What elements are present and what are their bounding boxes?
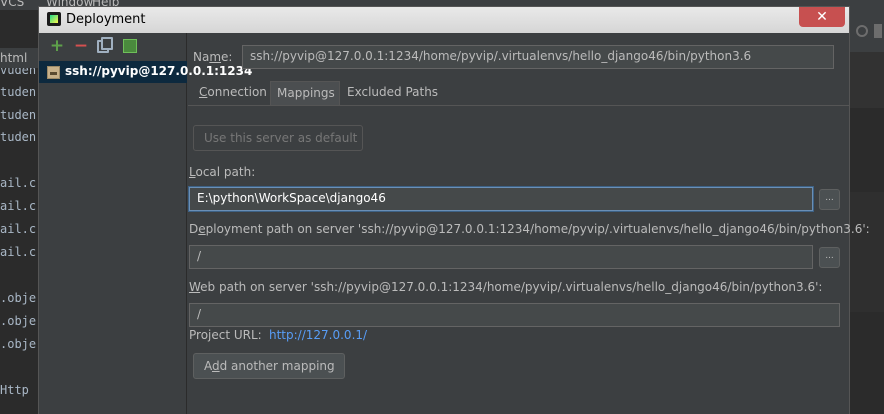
code-line: ail.c bbox=[0, 222, 37, 236]
web-path-input[interactable]: / bbox=[189, 303, 840, 327]
deployment-dialog: Deployment ✕ + − ssh://pyvip@127.0.0.1:1… bbox=[38, 6, 870, 414]
add-server-icon[interactable]: + bbox=[49, 38, 65, 55]
server-list-toolbar: + − bbox=[39, 33, 187, 61]
remove-server-icon[interactable]: − bbox=[73, 38, 89, 55]
local-path-browse-button[interactable]: ... bbox=[819, 189, 840, 210]
deployment-path-browse-button[interactable]: ... bbox=[819, 247, 840, 268]
pycharm-logo-icon bbox=[47, 12, 61, 26]
editor-tab-label: html bbox=[0, 51, 28, 65]
settings-icon[interactable] bbox=[856, 25, 868, 37]
server-list-panel: + − ssh://pyvip@127.0.0.1:1234 bbox=[39, 33, 252, 414]
code-line: .obje bbox=[0, 291, 37, 305]
mappings-content: Use this server as default Local path: E… bbox=[188, 105, 870, 414]
settings-tabs: Connection Mappings Excluded Paths bbox=[193, 81, 438, 105]
code-line: ail.c bbox=[0, 176, 37, 190]
copy-server-icon[interactable] bbox=[97, 37, 113, 53]
menu-vcs[interactable]: VCS bbox=[0, 0, 24, 9]
add-mapping-button[interactable]: Add another mapping bbox=[193, 353, 345, 379]
dialog-titlebar[interactable]: Deployment ✕ bbox=[39, 7, 849, 33]
local-path-input[interactable]: E:\python\WorkSpace\django46 bbox=[189, 187, 813, 211]
tab-connection[interactable]: Connection bbox=[193, 81, 269, 105]
local-path-label: Local path: bbox=[189, 165, 256, 179]
project-url-label: Project URL: bbox=[189, 328, 262, 342]
code-editor[interactable]: vudent tuden tuden tuden ail.c ail.c ail… bbox=[0, 68, 38, 414]
tab-excluded-paths[interactable]: Excluded Paths bbox=[341, 81, 438, 105]
name-label: Name: bbox=[193, 50, 233, 64]
code-line: ail.c bbox=[0, 245, 37, 259]
set-default-icon[interactable] bbox=[123, 39, 137, 53]
deployment-path-input[interactable]: / bbox=[189, 245, 813, 269]
tab-mappings[interactable]: Mappings bbox=[270, 81, 340, 105]
code-line: vudent bbox=[0, 68, 38, 77]
deployment-path-label: Deployment path on server 'ssh://pyvip@1… bbox=[189, 222, 870, 236]
close-button[interactable]: ✕ bbox=[799, 7, 845, 27]
web-path-label: Web path on server 'ssh://pyvip@127.0.0.… bbox=[189, 280, 823, 294]
project-url-link[interactable]: http://127.0.0.1/ bbox=[269, 328, 367, 342]
code-line: tuden bbox=[0, 85, 37, 99]
code-line: ail.c bbox=[0, 199, 37, 213]
code-line: .obje bbox=[0, 337, 37, 351]
dialog-title: Deployment bbox=[66, 12, 146, 27]
structure-icon[interactable] bbox=[874, 24, 882, 38]
code-line: tuden bbox=[0, 130, 37, 144]
server-name-input[interactable]: ssh://pyvip@127.0.0.1:1234/home/pyvip/.v… bbox=[242, 45, 834, 69]
code-line: Http bbox=[0, 383, 29, 397]
code-line: tuden bbox=[0, 108, 37, 122]
code-line: .obje bbox=[0, 314, 37, 328]
server-settings-panel: Name: ssh://pyvip@127.0.0.1:1234/home/py… bbox=[188, 33, 870, 414]
editor-tab[interactable]: html bbox=[0, 48, 38, 68]
use-as-default-button[interactable]: Use this server as default bbox=[193, 125, 363, 151]
server-list-item[interactable]: ssh://pyvip@127.0.0.1:1234 bbox=[39, 61, 252, 83]
ide-toolbar bbox=[850, 10, 884, 52]
sftp-server-icon bbox=[47, 66, 60, 79]
